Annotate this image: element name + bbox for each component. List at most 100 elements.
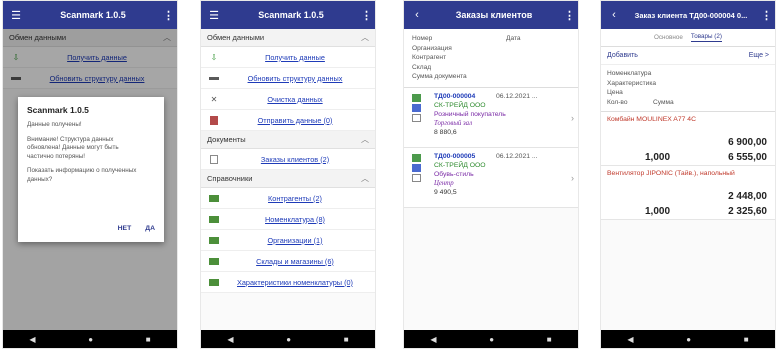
order-list-item[interactable]: ТД00-000005 06.12.2021 ... СК-ТРЕЙД ООО … xyxy=(404,147,578,208)
menu-link[interactable]: Контрагенты (2) xyxy=(221,194,369,203)
goods-row[interactable]: Комбайн MOULINEX A77 4C 6 900,00 1,000 6… xyxy=(601,112,775,167)
column-contractor: Контрагент xyxy=(412,54,447,62)
more-button[interactable]: Еще > xyxy=(749,52,769,59)
menu-link[interactable]: Обновить структуру данных xyxy=(221,74,369,83)
phone-screen-2: ☰ Scanmark 1.0.5 ⋮ Обмен данными ︿ ⇩ Пол… xyxy=(200,0,376,349)
list-header: Номер Дата Организация Контрагент Склад … xyxy=(404,29,578,88)
menu-row[interactable]: Номенклатура (8) xyxy=(201,209,375,230)
menu-link[interactable]: Характеристики номенклатуры (0) xyxy=(221,278,369,287)
tab-goods[interactable]: Товары (2) xyxy=(690,33,722,42)
home-icon[interactable]: ● xyxy=(88,335,93,344)
app-bar: ‹ Заказ клиента ТД00-000004 0... ⋮ xyxy=(601,1,775,29)
section-header-documents[interactable]: Документы ︿ xyxy=(201,131,375,149)
back-icon[interactable]: ◀ xyxy=(29,335,35,344)
menu-link[interactable]: Организации (1) xyxy=(221,236,369,245)
column-characteristic: Характеристика xyxy=(607,79,657,87)
app-bar: ☰ Scanmark 1.0.5 ⋮ xyxy=(201,1,375,29)
column-nomenclature: Номенклатура xyxy=(607,70,652,77)
column-sum: Сумма документа xyxy=(412,73,467,81)
overflow-menu-icon[interactable]: ⋮ xyxy=(163,9,174,22)
chevron-up-icon: ︿ xyxy=(361,174,369,183)
section-label: Обмен данными xyxy=(207,33,265,42)
recents-icon[interactable]: ■ xyxy=(744,335,749,344)
order-list-item[interactable]: ТД00-000004 06.12.2021 ... СК-ТРЕЙД ООО … xyxy=(404,87,578,148)
phone-screen-3: ‹ Заказы клиентов ⋮ Номер Дата Организац… xyxy=(403,0,579,349)
overflow-menu-icon[interactable]: ⋮ xyxy=(564,9,575,22)
structure-icon xyxy=(207,73,221,83)
no-button[interactable]: НЕТ xyxy=(118,225,132,232)
clear-icon: ✕ xyxy=(210,94,218,104)
column-quantity: Кол-во xyxy=(607,98,628,106)
goods-name: Комбайн MOULINEX A77 4C xyxy=(607,116,696,124)
recents-icon[interactable]: ■ xyxy=(547,335,552,344)
back-icon[interactable]: ◀ xyxy=(627,335,633,344)
menu-link[interactable]: Номенклатура (8) xyxy=(221,215,369,224)
recents-icon[interactable]: ■ xyxy=(344,335,349,344)
order-sum: 9 490,5 xyxy=(434,189,457,197)
back-arrow-icon[interactable]: ‹ xyxy=(607,9,621,21)
column-warehouse: Склад xyxy=(412,63,432,71)
document-icon xyxy=(207,154,221,164)
home-icon[interactable]: ● xyxy=(489,335,494,344)
menu-row[interactable]: ✕ Очистка данных xyxy=(201,89,375,110)
menu-row[interactable]: ⇩ Получить данные xyxy=(201,47,375,68)
screen-title: Заказ клиента ТД00-000004 0... xyxy=(634,10,748,20)
catalog-icon xyxy=(207,193,221,203)
back-icon[interactable]: ◀ xyxy=(430,335,436,344)
menu-link[interactable]: Получить данные xyxy=(221,53,369,62)
select-checkbox[interactable] xyxy=(412,173,421,182)
overflow-menu-icon[interactable]: ⋮ xyxy=(361,9,372,22)
alert-dialog: Scanmark 1.0.5 Данные получены! Внимание… xyxy=(18,97,164,242)
tab-main[interactable]: Основное xyxy=(654,34,683,41)
upload-icon xyxy=(207,115,221,125)
app-title: Scanmark 1.0.5 xyxy=(258,10,324,20)
goods-sum: 2 325,60 xyxy=(728,206,767,218)
back-icon[interactable]: ◀ xyxy=(227,335,233,344)
menu-row[interactable]: Контрагенты (2) xyxy=(201,188,375,209)
menu-link[interactable]: Заказы клиентов (2) xyxy=(221,155,369,164)
menu-row[interactable]: Заказы клиентов (2) xyxy=(201,149,375,170)
goods-price: 2 448,00 xyxy=(728,191,767,203)
add-button[interactable]: Добавить xyxy=(607,52,638,59)
hamburger-icon[interactable]: ☰ xyxy=(207,9,221,22)
order-sum: 8 880,6 xyxy=(434,129,457,137)
menu-row[interactable]: Характеристики номенклатуры (0) xyxy=(201,272,375,293)
menu-link[interactable]: Склады и магазины (6) xyxy=(221,257,369,266)
recents-icon[interactable]: ■ xyxy=(146,335,151,344)
menu-row[interactable]: Отправить данные (0) xyxy=(201,110,375,131)
select-checkbox[interactable] xyxy=(412,113,421,122)
chevron-right-icon: › xyxy=(571,112,574,123)
goods-name: Вентилятор JIPONIC (Тайв.), напольный xyxy=(607,170,735,178)
menu-row[interactable]: Склады и магазины (6) xyxy=(201,251,375,272)
posted-status-icon xyxy=(412,93,421,102)
column-price: Цена xyxy=(607,89,623,97)
order-date: 06.12.2021 ... xyxy=(496,152,538,160)
section-header-exchange[interactable]: Обмен данными ︿ xyxy=(201,29,375,47)
menu-link[interactable]: Отправить данные (0) xyxy=(221,116,369,125)
order-organization: СК-ТРЕЙД ООО xyxy=(434,161,486,169)
menu-link[interactable]: Очистка данных xyxy=(221,95,369,104)
section-header-references[interactable]: Справочники ︿ xyxy=(201,170,375,188)
home-icon[interactable]: ● xyxy=(286,335,291,344)
home-icon[interactable]: ● xyxy=(686,335,691,344)
order-organization: СК-ТРЕЙД ООО xyxy=(434,101,486,109)
column-date: Дата xyxy=(506,35,521,42)
chevron-right-icon: › xyxy=(571,172,574,183)
hamburger-icon[interactable]: ☰ xyxy=(9,9,23,22)
chevron-up-icon: ︿ xyxy=(361,135,369,144)
back-arrow-icon[interactable]: ‹ xyxy=(410,9,424,21)
dialog-message-2: Внимание! Структура данных обновлена! Да… xyxy=(27,135,119,160)
order-contractor: Розничный покупатель xyxy=(434,111,506,119)
system-nav-bar: ◀ ● ■ xyxy=(201,330,375,348)
document-status-icon xyxy=(412,103,421,112)
menu-row[interactable]: Обновить структуру данных xyxy=(201,68,375,89)
dialog-title: Scanmark 1.0.5 xyxy=(27,105,89,115)
overflow-menu-icon[interactable]: ⋮ xyxy=(761,9,772,22)
yes-button[interactable]: ДА xyxy=(145,225,155,232)
phone-screen-1: ☰ Scanmark 1.0.5 ⋮ Обмен данными ︿ ⇩ Пол… xyxy=(2,0,178,349)
goods-quantity: 1,000 xyxy=(645,206,671,218)
menu-row[interactable]: Организации (1) xyxy=(201,230,375,251)
goods-row[interactable]: Вентилятор JIPONIC (Тайв.), напольный 2 … xyxy=(601,166,775,221)
section-label: Документы xyxy=(207,135,246,144)
catalog-icon xyxy=(207,214,221,224)
